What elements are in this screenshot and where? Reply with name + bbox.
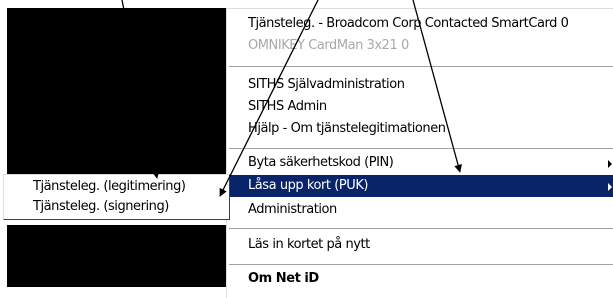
menu-separator <box>229 148 613 149</box>
menu-separator <box>229 66 613 67</box>
menu-item-label: Låsa upp kort (PUK) <box>248 178 369 193</box>
submenu-item-label: Tjänsteleg. (signering) <box>33 199 169 214</box>
submenu-arrow-icon <box>608 183 612 191</box>
menu-item-unlock-card-puk[interactable]: Låsa upp kort (PUK) <box>227 175 613 197</box>
menu-item-label: Läs in kortet på nytt <box>248 237 370 252</box>
menu-separator <box>229 228 613 229</box>
menu-item-administration[interactable]: Administration <box>227 199 613 221</box>
submenu-arrow-icon <box>608 160 612 168</box>
menu-item-card-reader-broadcom[interactable]: Tjänsteleg. - Broadcom Corp Contacted Sm… <box>227 13 613 35</box>
menu-item-label: SITHS Självadministration <box>248 77 405 92</box>
submenu: Tjänsteleg. (legitimering) Tjänsteleg. (… <box>3 174 230 220</box>
menu-item-label: Administration <box>248 202 337 217</box>
menu-item-card-reader-omnikey: OMNIKEY CardMan 3x21 0 <box>227 35 613 57</box>
submenu-item-signering[interactable]: Tjänsteleg. (signering) <box>4 196 229 218</box>
background-panel-top <box>7 8 226 174</box>
submenu-item-label: Tjänsteleg. (legitimering) <box>33 179 186 194</box>
menu-item-siths-admin[interactable]: SITHS Admin <box>227 96 613 118</box>
menu-item-help[interactable]: Hjälp - Om tjänstelegitimationen <box>227 118 613 140</box>
menu-item-change-pin[interactable]: Byta säkerhetskod (PIN) <box>227 152 613 174</box>
menu-separator <box>229 264 613 265</box>
menu-item-siths-sjalvadministration[interactable]: SITHS Självadministration <box>227 74 613 96</box>
menu-item-reload-card[interactable]: Läs in kortet på nytt <box>227 234 613 256</box>
menu-item-label: Byta säkerhetskod (PIN) <box>248 155 394 170</box>
screenshot: Tjänsteleg. - Broadcom Corp Contacted Sm… <box>0 0 613 298</box>
menu-item-label: Hjälp - Om tjänstelegitimationen <box>248 121 446 136</box>
menu-item-label: Tjänsteleg. - Broadcom Corp Contacted Sm… <box>248 16 569 31</box>
background-panel-bottom <box>7 225 226 287</box>
menu-item-label: OMNIKEY CardMan 3x21 0 <box>248 38 409 53</box>
context-menu: Tjänsteleg. - Broadcom Corp Contacted Sm… <box>226 8 613 298</box>
menu-item-label: Om Net iD <box>248 271 319 286</box>
menu-item-label: SITHS Admin <box>248 99 327 114</box>
submenu-item-legitimering[interactable]: Tjänsteleg. (legitimering) <box>4 176 229 198</box>
